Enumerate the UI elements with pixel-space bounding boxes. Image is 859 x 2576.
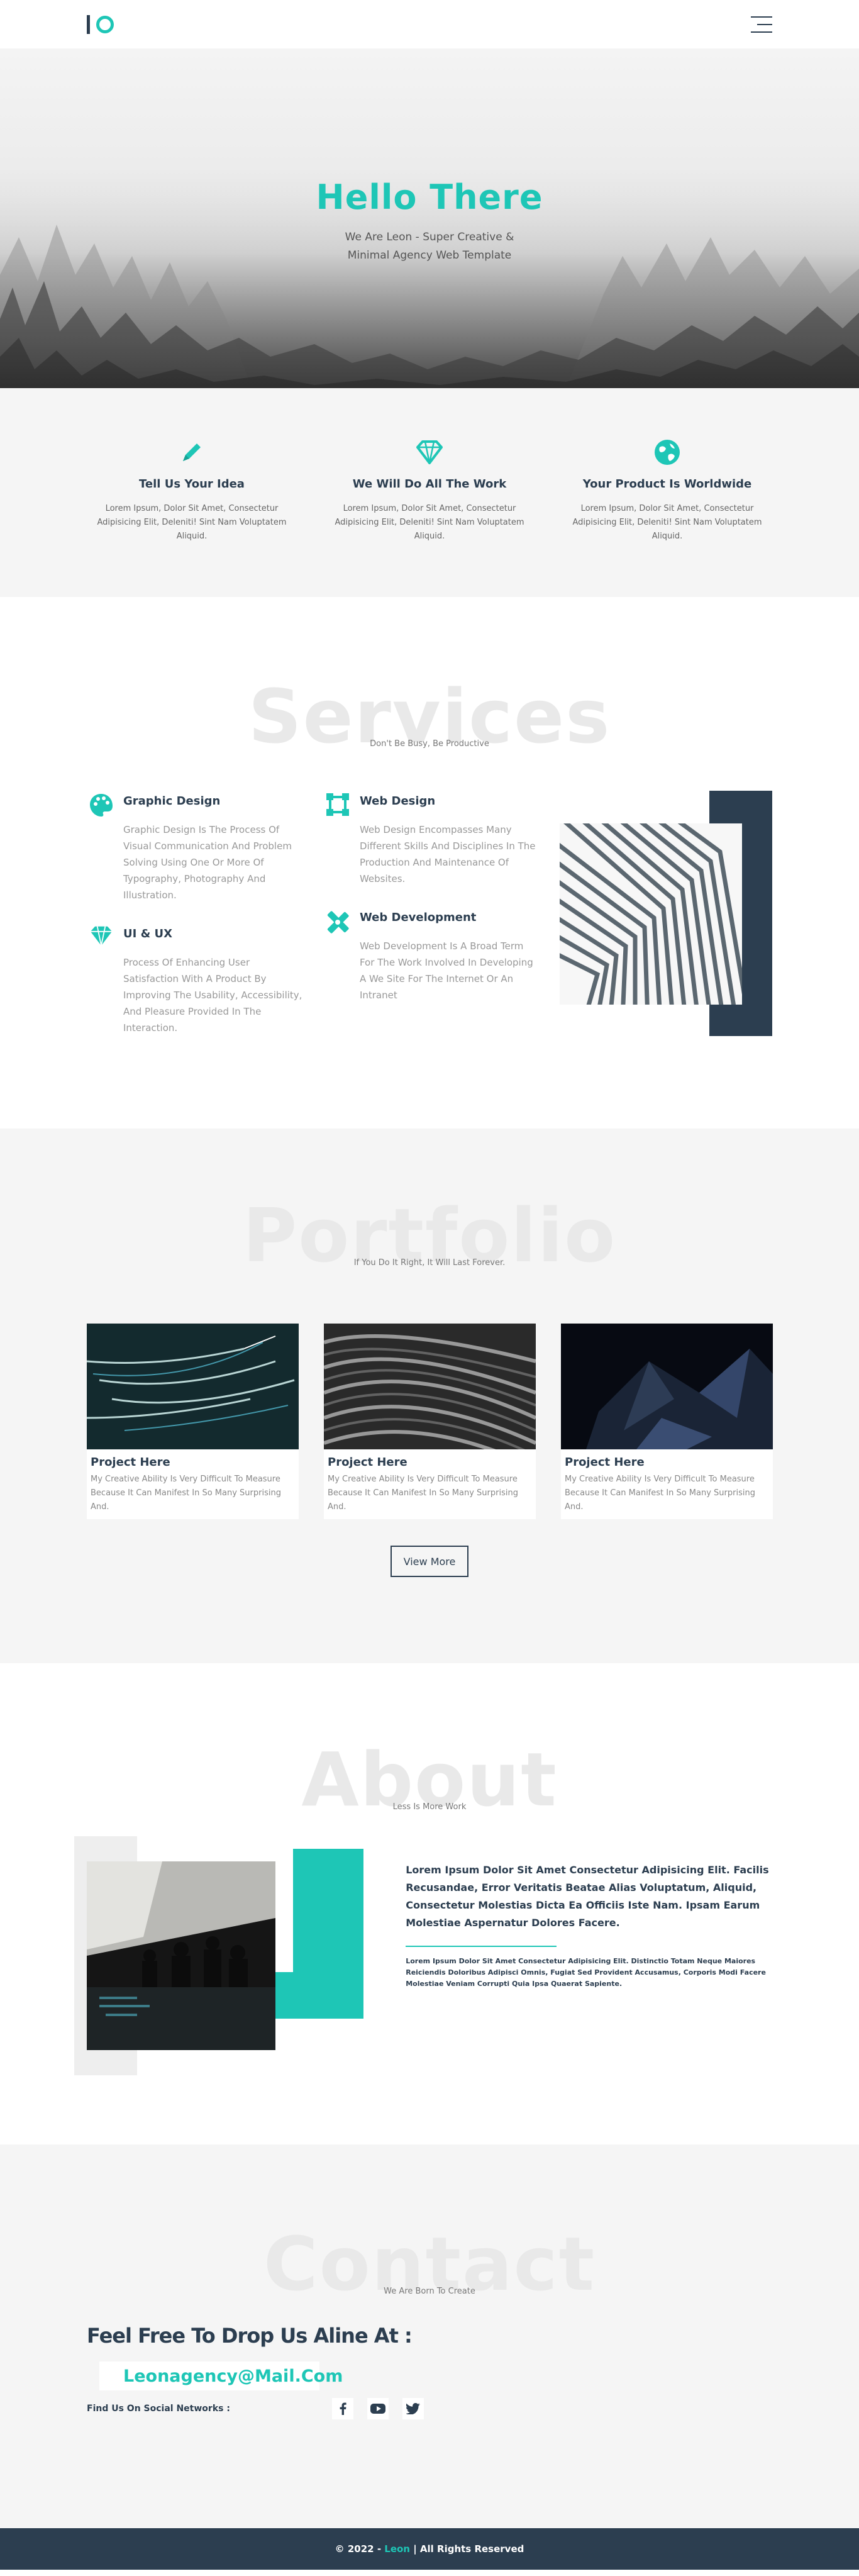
- navbar: [0, 0, 859, 48]
- hero-title: Hello There: [316, 177, 543, 217]
- tools-icon: [323, 908, 352, 937]
- about-content: Lorem Ipsum Dolor Sit Amet Consectetur A…: [0, 1836, 859, 2075]
- feature-title: We Will Do All The Work: [352, 477, 507, 491]
- portfolio-section: Portfolio If You Do It Right, It Will La…: [0, 1129, 859, 1663]
- abstract-lines-image: [559, 823, 742, 1005]
- card-text: My Creative Ability Is Very Difficult To…: [91, 1475, 281, 1512]
- card-text: My Creative Ability Is Very Difficult To…: [328, 1475, 518, 1512]
- feature-worldwide: Your Product Is Worldwide Lorem Ipsum, D…: [548, 437, 786, 597]
- service-title: UI & UX: [123, 927, 173, 940]
- card-title: Project Here: [91, 1456, 170, 1469]
- services-image: [559, 791, 773, 1036]
- contact-drop-line: Feel Free To Drop Us Aline At :: [87, 2324, 413, 2348]
- feature-text: Lorem Ipsum, Dolor Sit Amet, Consectetur…: [572, 504, 762, 541]
- service-text: Web Development Is A Broad Term For The …: [359, 940, 533, 1001]
- portfolio-subtitle: If You Do It Right, It Will Last Forever…: [353, 1258, 506, 1268]
- email-box: Leonagency@Mail.Com: [99, 2361, 343, 2390]
- diamond-icon: [414, 437, 445, 467]
- portfolio-heading: Portfolio If You Do It Right, It Will La…: [0, 1198, 859, 1292]
- feature-title: Tell Us Your Idea: [139, 477, 245, 491]
- contact-heading: Contact We Are Born To Create: [0, 2226, 859, 2321]
- palette-icon: [87, 792, 116, 821]
- about-lead: Lorem Ipsum Dolor Sit Amet Consectetur A…: [406, 1864, 769, 1929]
- logo-letter-o: [96, 15, 114, 33]
- service-title: Web Design: [359, 795, 436, 808]
- contact-section: Contact We Are Born To Create Feel Free …: [0, 2144, 859, 2528]
- features-section: Tell Us Your Idea Lorem Ipsum, Dolor Sit…: [0, 388, 859, 597]
- services-column: Graphic Design Graphic Design Is The Pro…: [87, 792, 323, 1057]
- footer-suffix: | All Rights Reserved: [409, 2543, 524, 2555]
- card-title: Project Here: [328, 1456, 407, 1469]
- light-trails-image: [87, 1324, 299, 1449]
- pen-icon: [177, 437, 207, 467]
- service-graphic-design: Graphic Design Graphic Design Is The Pro…: [87, 792, 323, 903]
- feature-work: We Will Do All The Work Lorem Ipsum, Dol…: [311, 437, 548, 597]
- hero-subtitle: We Are Leon - Super Creative & Minimal A…: [345, 231, 514, 262]
- hero-text: Hello There We Are Leon - Super Creative…: [0, 48, 859, 265]
- about-small-text: Lorem Ipsum Dolor Sit Amet Consectetur A…: [406, 1957, 766, 1988]
- services-section: Services Don't Be Busy, Be Productive Gr…: [0, 597, 859, 1129]
- email-link[interactable]: Leonagency@Mail.Com: [123, 2367, 343, 2386]
- facebook-icon[interactable]: [332, 2398, 353, 2419]
- feature-idea: Tell Us Your Idea Lorem Ipsum, Dolor Sit…: [73, 437, 311, 597]
- service-ui-ux: UI & UX Process Of Enhancing User Satisf…: [87, 925, 323, 1036]
- services-grid: Graphic Design Graphic Design Is The Pro…: [0, 791, 859, 1057]
- concert-crowd-image: [87, 1861, 275, 2050]
- dark-crystal-image: [561, 1324, 773, 1449]
- footer-brand[interactable]: Leon: [384, 2543, 410, 2555]
- globe-icon: [652, 437, 682, 467]
- service-text: Graphic Design Is The Process Of Visual …: [123, 824, 292, 901]
- motion-blur-image: [324, 1324, 536, 1449]
- services-subtitle: Don't Be Busy, Be Productive: [370, 739, 489, 749]
- portfolio-card[interactable]: Project Here My Creative Ability Is Very…: [561, 1324, 773, 1519]
- service-web-design: Web Design Web Design Encompasses Many D…: [323, 792, 560, 887]
- card-title: Project Here: [565, 1456, 645, 1469]
- services-heading: Services Don't Be Busy, Be Productive: [0, 679, 859, 773]
- portfolio-card[interactable]: Project Here My Creative Ability Is Very…: [87, 1324, 299, 1519]
- social-label: Find Us On Social Networks :: [87, 2404, 230, 2414]
- hero-section: Hello There We Are Leon - Super Creative…: [0, 48, 859, 388]
- portfolio-card[interactable]: Project Here My Creative Ability Is Very…: [324, 1324, 536, 1519]
- twitter-icon[interactable]: [402, 2398, 424, 2419]
- footer-prefix: © 2022 -: [335, 2543, 385, 2555]
- about-text: Lorem Ipsum Dolor Sit Amet Consectetur A…: [406, 1836, 785, 2075]
- service-title: Graphic Design: [123, 795, 221, 808]
- diamond-icon: [87, 925, 116, 954]
- about-divider: [406, 1946, 557, 1947]
- hamburger-icon[interactable]: [751, 16, 772, 33]
- footer: © 2022 - Leon | All Rights Reserved: [0, 2528, 859, 2570]
- about-image-block: [74, 1836, 363, 2075]
- about-subtitle: Less Is More Work: [392, 1802, 467, 1812]
- about-heading: About Less Is More Work: [0, 1742, 859, 1836]
- contact-subtitle: We Are Born To Create: [384, 2287, 475, 2296]
- vector-square-icon: [323, 792, 352, 821]
- social-icons: [332, 2398, 424, 2419]
- service-title: Web Development: [359, 911, 477, 924]
- youtube-icon[interactable]: [367, 2398, 389, 2419]
- service-web-development: Web Development Web Development Is A Bro…: [323, 908, 560, 1003]
- portfolio-cards: Project Here My Creative Ability Is Very…: [0, 1324, 859, 1519]
- feature-text: Lorem Ipsum, Dolor Sit Amet, Consectetur…: [335, 504, 524, 541]
- services-column: Web Design Web Design Encompasses Many D…: [323, 792, 560, 1057]
- card-text: My Creative Ability Is Very Difficult To…: [565, 1475, 755, 1512]
- about-section: About Less Is More Work Lorem Ipsum Dolo…: [0, 1663, 859, 2144]
- feature-text: Lorem Ipsum, Dolor Sit Amet, Consectetur…: [97, 504, 287, 541]
- service-text: Web Design Encompasses Many Different Sk…: [359, 824, 536, 884]
- view-more-button[interactable]: View More: [391, 1546, 468, 1577]
- service-text: Process Of Enhancing User Satisfaction W…: [123, 957, 302, 1034]
- social-row: Find Us On Social Networks :: [0, 2398, 859, 2419]
- feature-title: Your Product Is Worldwide: [582, 477, 752, 491]
- logo-letter-l: [87, 14, 90, 34]
- logo[interactable]: [87, 14, 114, 34]
